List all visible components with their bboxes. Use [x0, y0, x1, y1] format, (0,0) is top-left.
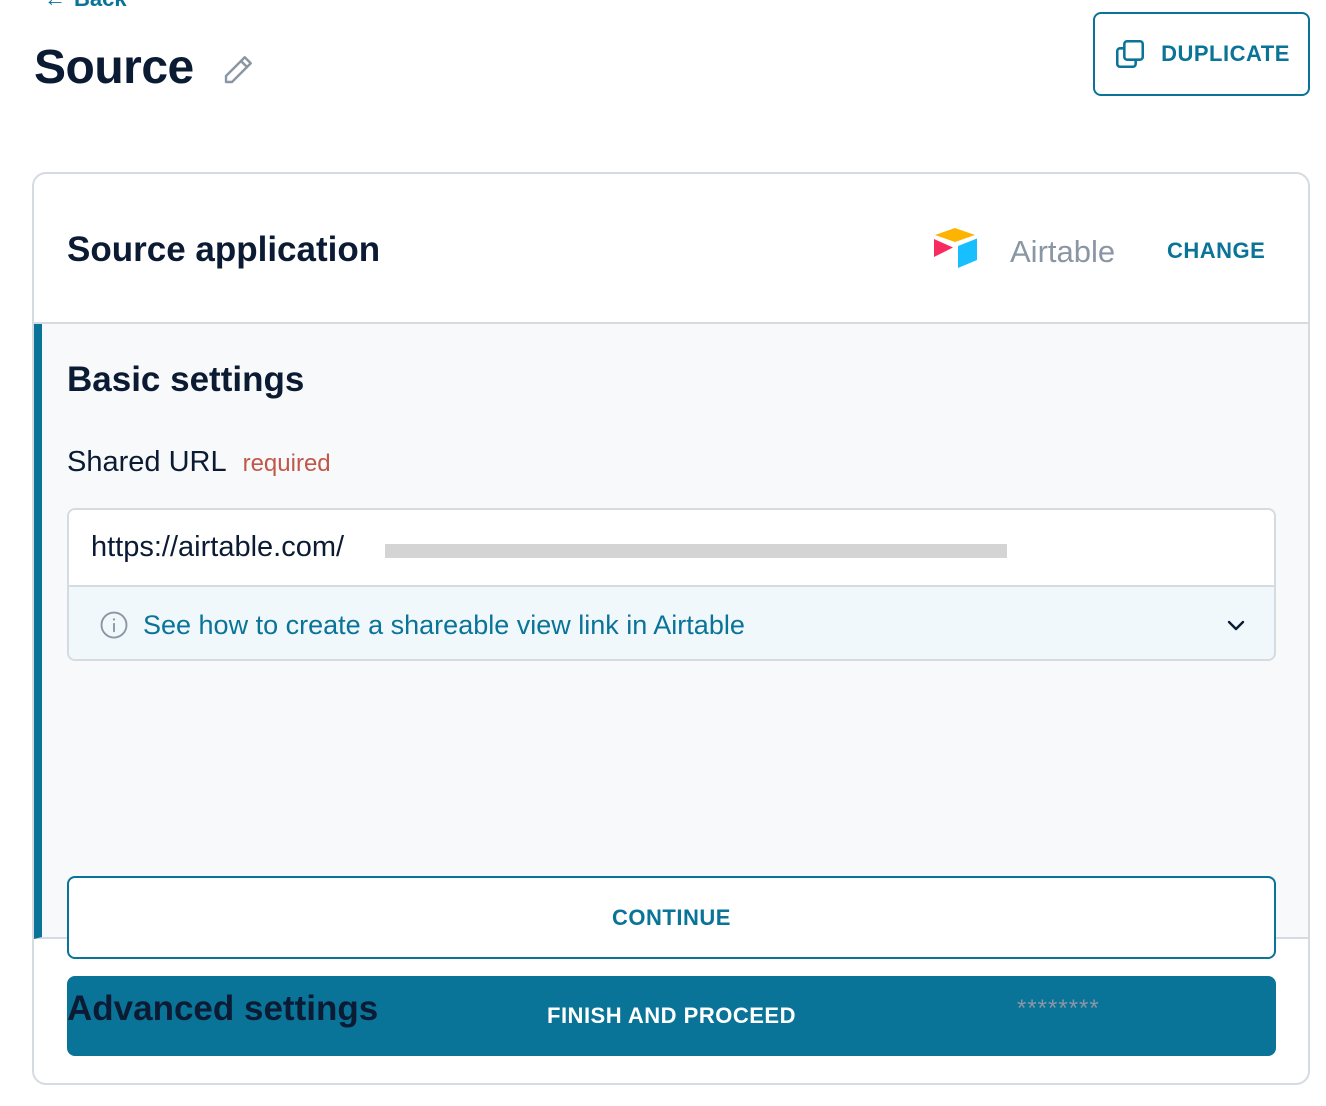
shared-url-label-text: Shared URL — [67, 446, 227, 478]
advanced-settings-masked-value: ******** — [1017, 995, 1100, 1022]
duplicate-button[interactable]: DUPLICATE — [1093, 12, 1310, 96]
basic-settings-section: Basic settings Shared URL required See h… — [34, 324, 1308, 1056]
airtable-logo — [934, 228, 977, 268]
shared-url-field-group: See how to create a shareable view link … — [67, 508, 1276, 661]
shared-url-label: Shared URL required — [67, 446, 331, 479]
page: ← Back Source DUPLICATE Source applicati… — [0, 0, 1326, 1106]
change-source-app-button[interactable]: CHANGE — [1167, 238, 1265, 264]
arrow-left-icon: ← — [44, 0, 66, 12]
app-name: Airtable — [1010, 234, 1116, 269]
hint-text: See how to create a shareable view link … — [143, 609, 745, 640]
source-application-section: Source application Airtable CHANGE — [34, 174, 1308, 324]
source-settings-card: Source application Airtable CHANGE Basic… — [32, 172, 1310, 1085]
back-link[interactable]: ← Back — [44, 0, 127, 12]
pencil-icon[interactable] — [220, 52, 256, 88]
back-label: Back — [74, 0, 127, 12]
source-application-title: Source application — [67, 230, 381, 269]
copy-icon — [1116, 39, 1145, 69]
chevron-down-icon[interactable] — [1224, 613, 1248, 637]
advanced-settings-title: Advanced settings — [67, 989, 379, 1028]
basic-settings-title: Basic settings — [67, 360, 305, 399]
shared-url-input[interactable] — [69, 510, 1274, 587]
page-title: Source — [34, 41, 194, 94]
duplicate-label: DUPLICATE — [1161, 41, 1290, 66]
info-icon — [100, 611, 128, 639]
advanced-settings-section: Advanced settings ******** CHANGE — [34, 939, 1308, 1083]
required-tag: required — [242, 450, 331, 477]
change-advanced-settings-button[interactable]: CHANGE — [1167, 999, 1265, 1025]
shareable-link-hint[interactable]: See how to create a shareable view link … — [69, 587, 1274, 659]
